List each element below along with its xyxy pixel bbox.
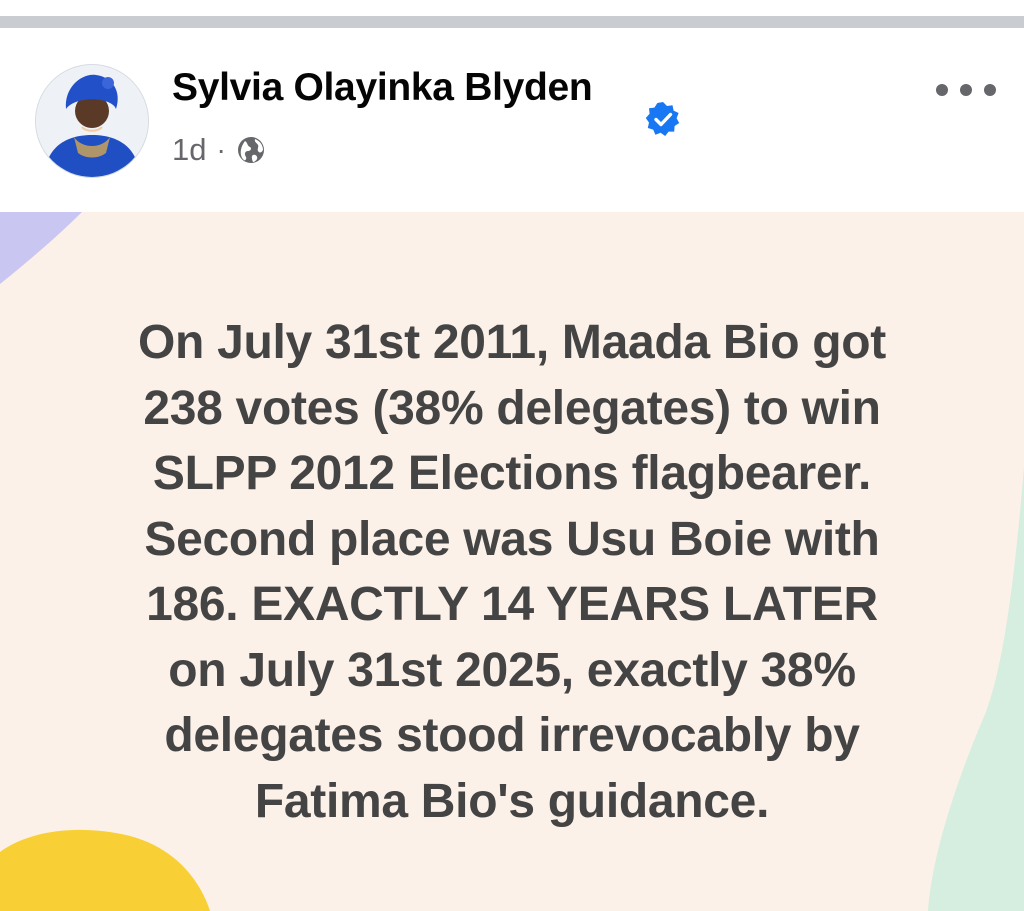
post-line: 238 votes (38% delegates) to win [143, 381, 881, 435]
post-line: 186. EXACTLY 14 YEARS LATER [146, 578, 878, 631]
more-options-icon [936, 84, 948, 96]
feed-divider [0, 16, 1024, 28]
globe-icon [237, 137, 264, 163]
avatar-portrait [36, 65, 148, 177]
avatar[interactable] [35, 64, 149, 178]
post-line: delegates stood irrevocably by [164, 709, 860, 762]
post-text-card: On July 31st 2011, Maada Bio got 238 vot… [0, 212, 1024, 911]
meta-separator: · [216, 134, 226, 165]
post-line: Second place was Usu Boie with [144, 512, 880, 566]
post-header: Sylvia Olayinka Blyden 1d · [0, 28, 1024, 212]
post-line: Fatima Bio's guidance. [254, 774, 770, 828]
more-options-dot [960, 84, 972, 96]
more-options-button[interactable] [936, 72, 996, 108]
post-timestamp[interactable]: 1d [172, 132, 206, 168]
post-line: SLPP 2012 Elections flagbearer. [152, 447, 872, 500]
post-line: On July 31st 2011, Maada Bio got [138, 316, 886, 369]
facebook-post-screenshot: Sylvia Olayinka Blyden 1d · On July 31st… [0, 0, 1024, 911]
author-name[interactable]: Sylvia Olayinka Blyden [172, 66, 593, 110]
post-line: on July 31st 2025, exactly 38% [168, 643, 856, 697]
more-options-dot [984, 84, 996, 96]
post-body-text: On July 31st 2011, Maada Bio got 238 vot… [40, 310, 984, 834]
verified-badge-icon [645, 102, 680, 136]
post-meta: 1d · [172, 130, 266, 170]
